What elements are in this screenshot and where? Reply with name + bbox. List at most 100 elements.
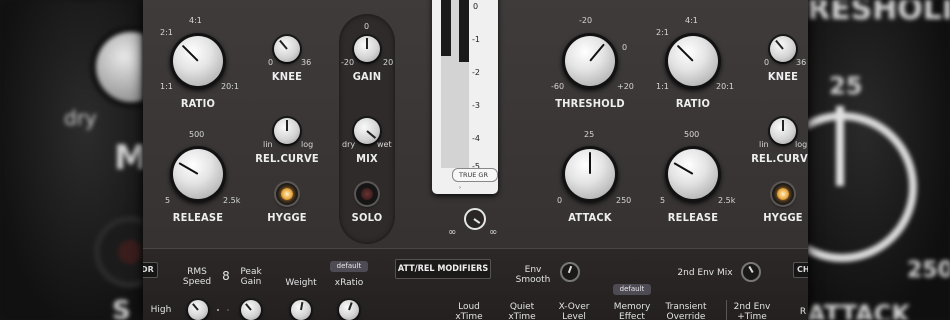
weight-knob[interactable] [291, 300, 311, 320]
peak-gain-knob[interactable] [241, 300, 261, 320]
attack-scale-top: 25 [584, 130, 595, 139]
attack-knob[interactable] [562, 146, 618, 202]
transient-override-label: Transient Override [665, 302, 706, 320]
right-ratio-scale-1: 1:1 [656, 82, 669, 91]
quiet-xtime-label: Quiet xTime [508, 302, 535, 320]
selector-dot-2[interactable] [227, 309, 229, 311]
bg-attack-knob [807, 112, 917, 262]
right-ratio-knob[interactable] [665, 33, 721, 89]
meter-tick-0: 0 [473, 2, 479, 11]
rms-speed-value[interactable]: 8 [222, 270, 230, 282]
selector-dot-1[interactable] [217, 309, 219, 311]
left-rel-curve-knob[interactable] [274, 118, 300, 144]
env-smooth-knob[interactable] [560, 262, 580, 282]
right-release-knob[interactable] [665, 146, 721, 202]
left-release-label: RELEASE [172, 211, 224, 224]
left-release-max: 2.5k [223, 196, 241, 205]
left-rel-curve-label: REL.CURVE [255, 152, 319, 165]
ratio-scale-4: 4:1 [189, 16, 202, 25]
bg-threshold-text: RESHOLD [807, 0, 950, 27]
loud-xtime-label: Loud xTime [455, 302, 482, 320]
left-rel-curve-max: log [301, 140, 314, 149]
background-right-zoom: RESHOLD 25 250 ATTACK [807, 0, 950, 320]
attack-label: ATTACK [568, 211, 612, 224]
rms-speed-label: RMS Speed [183, 267, 211, 287]
env2-line1: 2nd Env [733, 302, 771, 312]
memory-effect-label: Memory Effect [614, 302, 651, 320]
gain-scale-0: 0 [364, 22, 370, 31]
bg-dry-text: dry [64, 106, 97, 130]
env-mix-label: 2nd Env Mix [677, 268, 733, 278]
right-rel-curve-max: log [795, 140, 808, 149]
xover-line2: Level [562, 312, 586, 320]
xover-level-label: X-Over Level [559, 302, 590, 320]
bg-big-letter: M [114, 138, 143, 178]
right-knee-knob[interactable] [770, 36, 796, 62]
gain-scale-min: -20 [341, 58, 355, 67]
threshold-knob[interactable] [562, 33, 618, 89]
link-left-icon: ∞ [448, 227, 457, 238]
bg-button [100, 222, 143, 282]
rms-speed-line1: RMS [187, 267, 207, 277]
true-gr-text: TRUE GR [459, 171, 488, 179]
att-rel-modifiers-button[interactable]: ATT/REL MODIFIERS [395, 259, 491, 279]
mix-label: MIX [356, 152, 378, 165]
meter-tick-2: -2 [472, 68, 480, 77]
right-release-top: 500 [684, 130, 700, 139]
memory-line2: Effect [619, 312, 645, 320]
rms-speed-line2: Speed [182, 277, 212, 287]
left-hygge-button[interactable] [276, 183, 298, 205]
left-release-knob[interactable] [170, 146, 226, 202]
env-smooth-label: Env Smooth [516, 265, 551, 285]
meter-well [441, 0, 469, 168]
peak-gain-line2: Gain [240, 277, 262, 287]
right-rel-curve-min: lin [759, 140, 769, 149]
right-knee-max: 36 [796, 58, 807, 67]
right-ratio-scale-20: 20:1 [716, 82, 734, 91]
left-knee-max: 36 [301, 58, 312, 67]
left-ratio-knob[interactable] [170, 33, 226, 89]
xratio-label: xRatio [334, 278, 364, 288]
solo-button[interactable] [356, 183, 378, 205]
right-rel-curve-label: REL.CURVE [751, 152, 808, 165]
chevron-right-icon: › [459, 185, 461, 191]
left-knee-knob[interactable] [274, 36, 300, 62]
true-gr-selector[interactable]: TRUE GR › [452, 168, 498, 191]
meter-tick-1: -1 [472, 35, 480, 44]
gain-knob[interactable] [354, 36, 380, 62]
xratio-knob[interactable] [339, 300, 359, 320]
background-left-zoom: dry M S [0, 0, 143, 320]
quiet-line1: Quiet [509, 302, 535, 312]
gain-label: GAIN [352, 70, 382, 83]
bg-knob [96, 32, 143, 102]
meter-tick-4: -4 [472, 134, 480, 143]
link-right-icon: ∞ [489, 227, 498, 238]
xratio-default-pill[interactable]: default [330, 261, 368, 272]
mix-scale-wet: wet [377, 140, 392, 149]
env2-time-label: 2nd Env +Time [734, 302, 771, 320]
right-ratio-scale-2: 2:1 [656, 28, 669, 37]
rms-speed-knob[interactable] [188, 300, 208, 320]
threshold-label: THRESHOLD [555, 97, 625, 110]
bg-attack-value: 25 [829, 72, 863, 100]
tag-right[interactable]: CH [793, 262, 808, 278]
right-hygge-button[interactable] [772, 183, 794, 205]
weight-label: Weight [285, 278, 317, 288]
tag-left[interactable]: DR [143, 262, 158, 278]
mix-scale-dry: dry [342, 140, 356, 149]
env-smooth-line1: Env [524, 265, 542, 275]
left-rel-curve-min: lin [263, 140, 273, 149]
right-knee-min: 0 [764, 58, 770, 67]
memory-line1: Memory [613, 302, 651, 312]
env-mix-knob[interactable] [741, 262, 761, 282]
loud-line1: Loud [458, 302, 480, 312]
memory-default-pill[interactable]: default [613, 284, 651, 295]
bg-bottom-letter: S [112, 296, 131, 320]
right-release-min: 5 [660, 196, 666, 205]
bg-knob-pointer [836, 106, 844, 186]
left-knee-label: KNEE [271, 70, 303, 83]
transient-line2: Override [666, 312, 706, 320]
right-rel-curve-knob[interactable] [770, 118, 796, 144]
ratio-scale-20: 20:1 [221, 82, 239, 91]
stereo-link-knob[interactable] [464, 208, 486, 230]
